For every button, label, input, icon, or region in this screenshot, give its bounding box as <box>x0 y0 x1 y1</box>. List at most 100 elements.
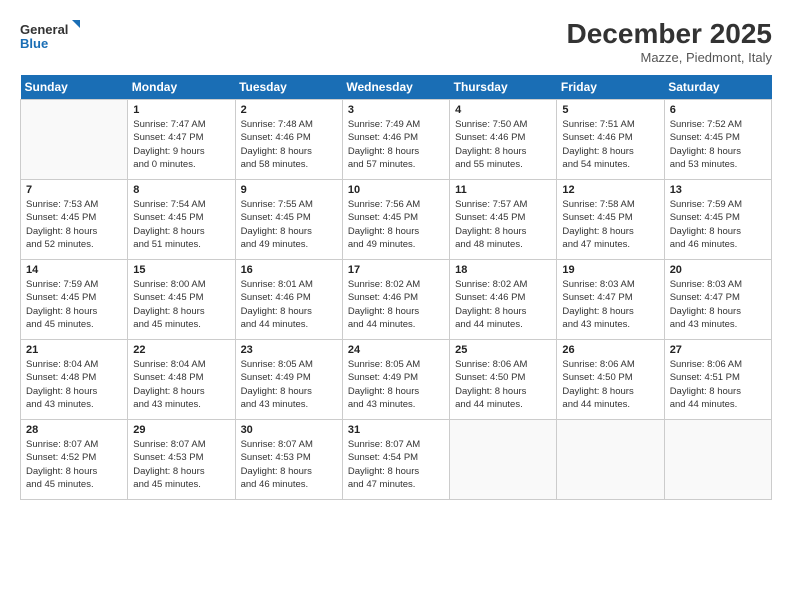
table-row: 27 Sunrise: 8:06 AM Sunset: 4:51 PM Dayli… <box>664 340 771 420</box>
table-row: 16 Sunrise: 8:01 AM Sunset: 4:46 PM Dayli… <box>235 260 342 340</box>
day-number: 11 <box>455 184 551 196</box>
logo: General Blue <box>20 18 80 54</box>
day-number: 30 <box>241 424 337 436</box>
table-row: 21 Sunrise: 8:04 AM Sunset: 4:48 PM Dayli… <box>21 340 128 420</box>
day-info: Sunrise: 8:04 AM Sunset: 4:48 PM Dayligh… <box>133 358 229 411</box>
day-number: 4 <box>455 104 551 116</box>
col-saturday: Saturday <box>664 75 771 100</box>
calendar-week-row: 28 Sunrise: 8:07 AM Sunset: 4:52 PM Dayli… <box>21 420 772 500</box>
day-number: 6 <box>670 104 766 116</box>
col-friday: Friday <box>557 75 664 100</box>
col-sunday: Sunday <box>21 75 128 100</box>
day-info: Sunrise: 8:01 AM Sunset: 4:46 PM Dayligh… <box>241 278 337 331</box>
day-info: Sunrise: 7:53 AM Sunset: 4:45 PM Dayligh… <box>26 198 122 251</box>
col-wednesday: Wednesday <box>342 75 449 100</box>
location: Mazze, Piedmont, Italy <box>567 50 772 65</box>
day-info: Sunrise: 8:06 AM Sunset: 4:50 PM Dayligh… <box>455 358 551 411</box>
calendar-header-row: Sunday Monday Tuesday Wednesday Thursday… <box>21 75 772 100</box>
svg-text:Blue: Blue <box>20 36 48 51</box>
day-number: 1 <box>133 104 229 116</box>
table-row: 13 Sunrise: 7:59 AM Sunset: 4:45 PM Dayli… <box>664 180 771 260</box>
table-row: 31 Sunrise: 8:07 AM Sunset: 4:54 PM Dayli… <box>342 420 449 500</box>
day-info: Sunrise: 8:02 AM Sunset: 4:46 PM Dayligh… <box>348 278 444 331</box>
day-number: 2 <box>241 104 337 116</box>
day-info: Sunrise: 8:06 AM Sunset: 4:51 PM Dayligh… <box>670 358 766 411</box>
table-row: 24 Sunrise: 8:05 AM Sunset: 4:49 PM Dayli… <box>342 340 449 420</box>
day-info: Sunrise: 8:02 AM Sunset: 4:46 PM Dayligh… <box>455 278 551 331</box>
day-number: 5 <box>562 104 658 116</box>
table-row: 14 Sunrise: 7:59 AM Sunset: 4:45 PM Dayli… <box>21 260 128 340</box>
day-number: 28 <box>26 424 122 436</box>
calendar-week-row: 7 Sunrise: 7:53 AM Sunset: 4:45 PM Daylig… <box>21 180 772 260</box>
day-number: 18 <box>455 264 551 276</box>
day-info: Sunrise: 8:07 AM Sunset: 4:54 PM Dayligh… <box>348 438 444 491</box>
day-number: 9 <box>241 184 337 196</box>
table-row <box>450 420 557 500</box>
day-info: Sunrise: 8:03 AM Sunset: 4:47 PM Dayligh… <box>670 278 766 331</box>
table-row: 4 Sunrise: 7:50 AM Sunset: 4:46 PM Daylig… <box>450 100 557 180</box>
month-title: December 2025 <box>567 18 772 50</box>
day-info: Sunrise: 8:07 AM Sunset: 4:52 PM Dayligh… <box>26 438 122 491</box>
day-info: Sunrise: 8:05 AM Sunset: 4:49 PM Dayligh… <box>241 358 337 411</box>
col-thursday: Thursday <box>450 75 557 100</box>
table-row: 10 Sunrise: 7:56 AM Sunset: 4:45 PM Dayli… <box>342 180 449 260</box>
day-number: 15 <box>133 264 229 276</box>
table-row: 28 Sunrise: 8:07 AM Sunset: 4:52 PM Dayli… <box>21 420 128 500</box>
table-row: 2 Sunrise: 7:48 AM Sunset: 4:46 PM Daylig… <box>235 100 342 180</box>
day-number: 16 <box>241 264 337 276</box>
day-info: Sunrise: 7:56 AM Sunset: 4:45 PM Dayligh… <box>348 198 444 251</box>
table-row: 17 Sunrise: 8:02 AM Sunset: 4:46 PM Dayli… <box>342 260 449 340</box>
day-number: 27 <box>670 344 766 356</box>
day-number: 25 <box>455 344 551 356</box>
day-number: 22 <box>133 344 229 356</box>
table-row <box>21 100 128 180</box>
day-number: 14 <box>26 264 122 276</box>
table-row: 26Sunrise: 8:06 AM Sunset: 4:50 PM Dayli… <box>557 340 664 420</box>
table-row: 18 Sunrise: 8:02 AM Sunset: 4:46 PM Dayli… <box>450 260 557 340</box>
calendar-week-row: 21 Sunrise: 8:04 AM Sunset: 4:48 PM Dayli… <box>21 340 772 420</box>
day-info: Sunrise: 8:05 AM Sunset: 4:49 PM Dayligh… <box>348 358 444 411</box>
day-info: Sunrise: 7:48 AM Sunset: 4:46 PM Dayligh… <box>241 118 337 171</box>
day-info: Sunrise: 8:00 AM Sunset: 4:45 PM Dayligh… <box>133 278 229 331</box>
day-info: Sunrise: 7:52 AM Sunset: 4:45 PM Dayligh… <box>670 118 766 171</box>
day-info: Sunrise: 7:58 AM Sunset: 4:45 PM Dayligh… <box>562 198 658 251</box>
calendar-week-row: 14 Sunrise: 7:59 AM Sunset: 4:45 PM Dayli… <box>21 260 772 340</box>
day-info: Sunrise: 7:59 AM Sunset: 4:45 PM Dayligh… <box>670 198 766 251</box>
day-number: 8 <box>133 184 229 196</box>
day-info: Sunrise: 8:03 AM Sunset: 4:47 PM Dayligh… <box>562 278 658 331</box>
day-info: Sunrise: 7:50 AM Sunset: 4:46 PM Dayligh… <box>455 118 551 171</box>
day-number: 10 <box>348 184 444 196</box>
day-info: Sunrise: 8:07 AM Sunset: 4:53 PM Dayligh… <box>241 438 337 491</box>
day-info: Sunrise: 8:04 AM Sunset: 4:48 PM Dayligh… <box>26 358 122 411</box>
day-number: 24 <box>348 344 444 356</box>
day-number: 20 <box>670 264 766 276</box>
day-number: 21 <box>26 344 122 356</box>
table-row: 29Sunrise: 8:07 AM Sunset: 4:53 PM Dayli… <box>128 420 235 500</box>
day-number: 3 <box>348 104 444 116</box>
day-number: 7 <box>26 184 122 196</box>
table-row: 11Sunrise: 7:57 AM Sunset: 4:45 PM Dayli… <box>450 180 557 260</box>
table-row: 3Sunrise: 7:49 AM Sunset: 4:46 PM Daylig… <box>342 100 449 180</box>
day-number: 29 <box>133 424 229 436</box>
col-tuesday: Tuesday <box>235 75 342 100</box>
svg-text:General: General <box>20 22 68 37</box>
calendar-page: General Blue December 2025 Mazze, Piedmo… <box>0 0 792 612</box>
table-row <box>664 420 771 500</box>
day-info: Sunrise: 7:51 AM Sunset: 4:46 PM Dayligh… <box>562 118 658 171</box>
table-row: 5 Sunrise: 7:51 AM Sunset: 4:46 PM Daylig… <box>557 100 664 180</box>
day-info: Sunrise: 8:06 AM Sunset: 4:50 PM Dayligh… <box>562 358 658 411</box>
table-row: 22 Sunrise: 8:04 AM Sunset: 4:48 PM Dayli… <box>128 340 235 420</box>
day-number: 31 <box>348 424 444 436</box>
logo-svg: General Blue <box>20 18 80 54</box>
day-number: 13 <box>670 184 766 196</box>
table-row: 20 Sunrise: 8:03 AM Sunset: 4:47 PM Dayli… <box>664 260 771 340</box>
day-info: Sunrise: 7:59 AM Sunset: 4:45 PM Dayligh… <box>26 278 122 331</box>
table-row: 8Sunrise: 7:54 AM Sunset: 4:45 PM Daylig… <box>128 180 235 260</box>
table-row: 23 Sunrise: 8:05 AM Sunset: 4:49 PM Dayli… <box>235 340 342 420</box>
table-row: 25 Sunrise: 8:06 AM Sunset: 4:50 PM Dayli… <box>450 340 557 420</box>
day-number: 17 <box>348 264 444 276</box>
page-header: General Blue December 2025 Mazze, Piedmo… <box>20 18 772 65</box>
day-number: 23 <box>241 344 337 356</box>
title-block: December 2025 Mazze, Piedmont, Italy <box>567 18 772 65</box>
table-row: 15 Sunrise: 8:00 AM Sunset: 4:45 PM Dayli… <box>128 260 235 340</box>
